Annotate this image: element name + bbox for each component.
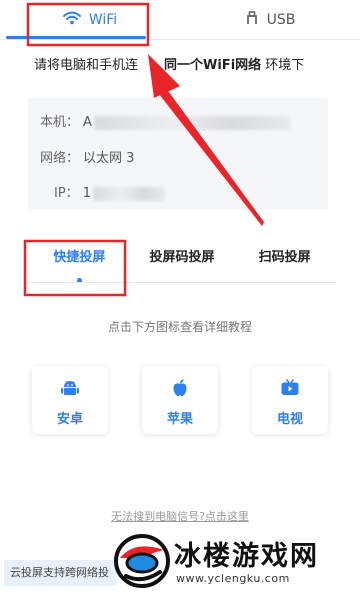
tab-scan-cast[interactable]: 扫码投屏 [233,240,336,282]
ip-value: 1 [82,186,91,201]
tab-wifi[interactable]: WiFi [0,0,180,40]
instruction-bold: 同一个WiFi网络 [164,58,262,73]
site-watermark: 冰楼游戏网 www.yclengku.com [108,530,358,592]
tab-usb[interactable]: USB [180,0,360,40]
network-label: 网络： [40,151,80,166]
tutorial-hint: 点击下方图标查看详细教程 [107,320,252,334]
local-row: 本机： A [40,113,290,133]
tv-icon [280,378,300,398]
tv-button[interactable]: 电视 [252,366,328,434]
apple-icon [170,378,190,398]
network-instruction: 请将电脑和手机连 同一个WiFi网络 环境下 [34,56,324,76]
instruction-prefix: 请将电脑和手机连 [34,58,139,73]
watermark-url: www.yclengku.com [176,572,290,585]
cloud-cast-note[interactable]: 云投屏支持跨网络投 [4,560,116,586]
mode-divider [28,282,336,283]
tab-quick-cast[interactable]: 快捷投屏 [28,240,131,283]
platform-buttons: 安卓 苹果 电视 [30,366,330,436]
network-row: 网络： 以太网 3 [40,149,134,169]
cast-mode-tabs: 快捷投屏 投屏码投屏 扫码投屏 [28,240,336,283]
ip-label: IP： [54,186,79,201]
device-info-panel: 本机： A 网络： 以太网 3 IP： 1 [28,98,328,210]
local-value: A [83,115,92,130]
tab-code-cast-label: 投屏码投屏 [149,250,215,265]
android-button[interactable]: 安卓 [32,366,108,434]
apple-label: 苹果 [166,412,193,427]
annotation-overlay [23,2,264,297]
local-label: 本机： [40,115,80,130]
connection-tabs: WiFi USB [0,0,360,40]
redacted-local-name [93,116,290,130]
apple-button[interactable]: 苹果 [142,366,218,434]
tab-wifi-label: WiFi [88,12,118,28]
tab-code-cast[interactable]: 投屏码投屏 [131,240,234,282]
tab-divider [0,39,360,40]
network-value: 以太网 3 [83,151,135,166]
usb-icon [245,11,259,29]
instruction-suffix: 环境下 [265,58,305,73]
tab-quick-cast-label: 快捷投屏 [53,250,106,265]
android-label: 安卓 [56,412,83,427]
android-icon [60,378,80,398]
wifi-icon [62,11,81,29]
screen-mirror-page: WiFi USB 请将电脑和手机连 同一个WiFi网络 环境下 本机： A 网络：… [0,0,360,592]
watermark-logo-icon [112,532,172,590]
ip-row: IP： 1 [54,184,165,204]
cannot-find-signal-link[interactable]: 无法搜到电脑信号?点击这里 [0,508,360,524]
tab-usb-label: USB [266,12,296,28]
tv-label: 电视 [276,412,303,427]
watermark-title: 冰楼游戏网 [174,541,319,572]
tab-scan-cast-label: 扫码投屏 [258,250,311,265]
redacted-ip [92,187,165,201]
